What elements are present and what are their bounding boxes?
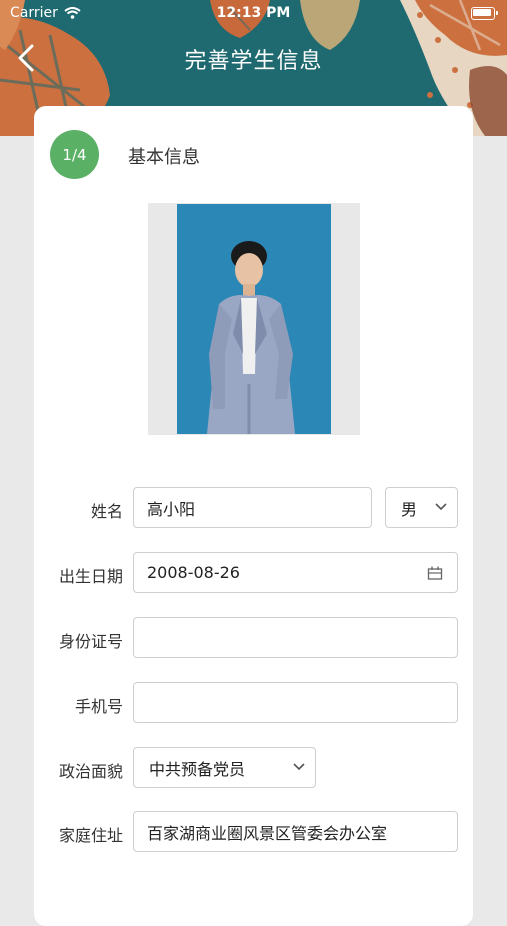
phone-input[interactable] [133,682,458,723]
id-number-input[interactable] [133,617,458,658]
name-input[interactable]: 高小阳 [133,487,372,528]
step-badge: 1/4 [50,130,99,179]
chevron-down-icon [435,503,447,511]
address-value: 百家湖商业圈风景区管委会办公室 [147,823,388,843]
birth-date-value: 2008-08-26 [147,563,240,582]
name-value: 高小阳 [147,499,196,519]
status-time: 12:13 PM [216,5,291,21]
birth-date-input[interactable]: 2008-08-26 [133,552,458,593]
calendar-icon[interactable] [427,565,443,581]
battery-icon [471,7,498,20]
status-bar: Carrier 12:13 PM [0,0,507,28]
gender-select[interactable]: 男 [385,487,458,528]
political-status-select[interactable]: 中共预备党员 [133,747,316,788]
political-status-value: 中共预备党员 [149,759,246,779]
section-title: 基本信息 [128,147,200,168]
student-photo-upload[interactable] [148,203,360,435]
political-status-label: 政治面貌 [58,762,123,781]
phone-label: 手机号 [74,697,123,716]
id-number-label: 身份证号 [58,632,123,651]
student-photo [177,204,331,434]
page-title: 完善学生信息 [184,49,323,74]
name-label: 姓名 [90,502,123,521]
chevron-down-icon [293,763,305,771]
address-input[interactable]: 百家湖商业圈风景区管委会办公室 [133,811,458,852]
address-label: 家庭住址 [58,826,123,845]
birth-date-label: 出生日期 [58,567,123,586]
gender-value: 男 [401,499,418,519]
